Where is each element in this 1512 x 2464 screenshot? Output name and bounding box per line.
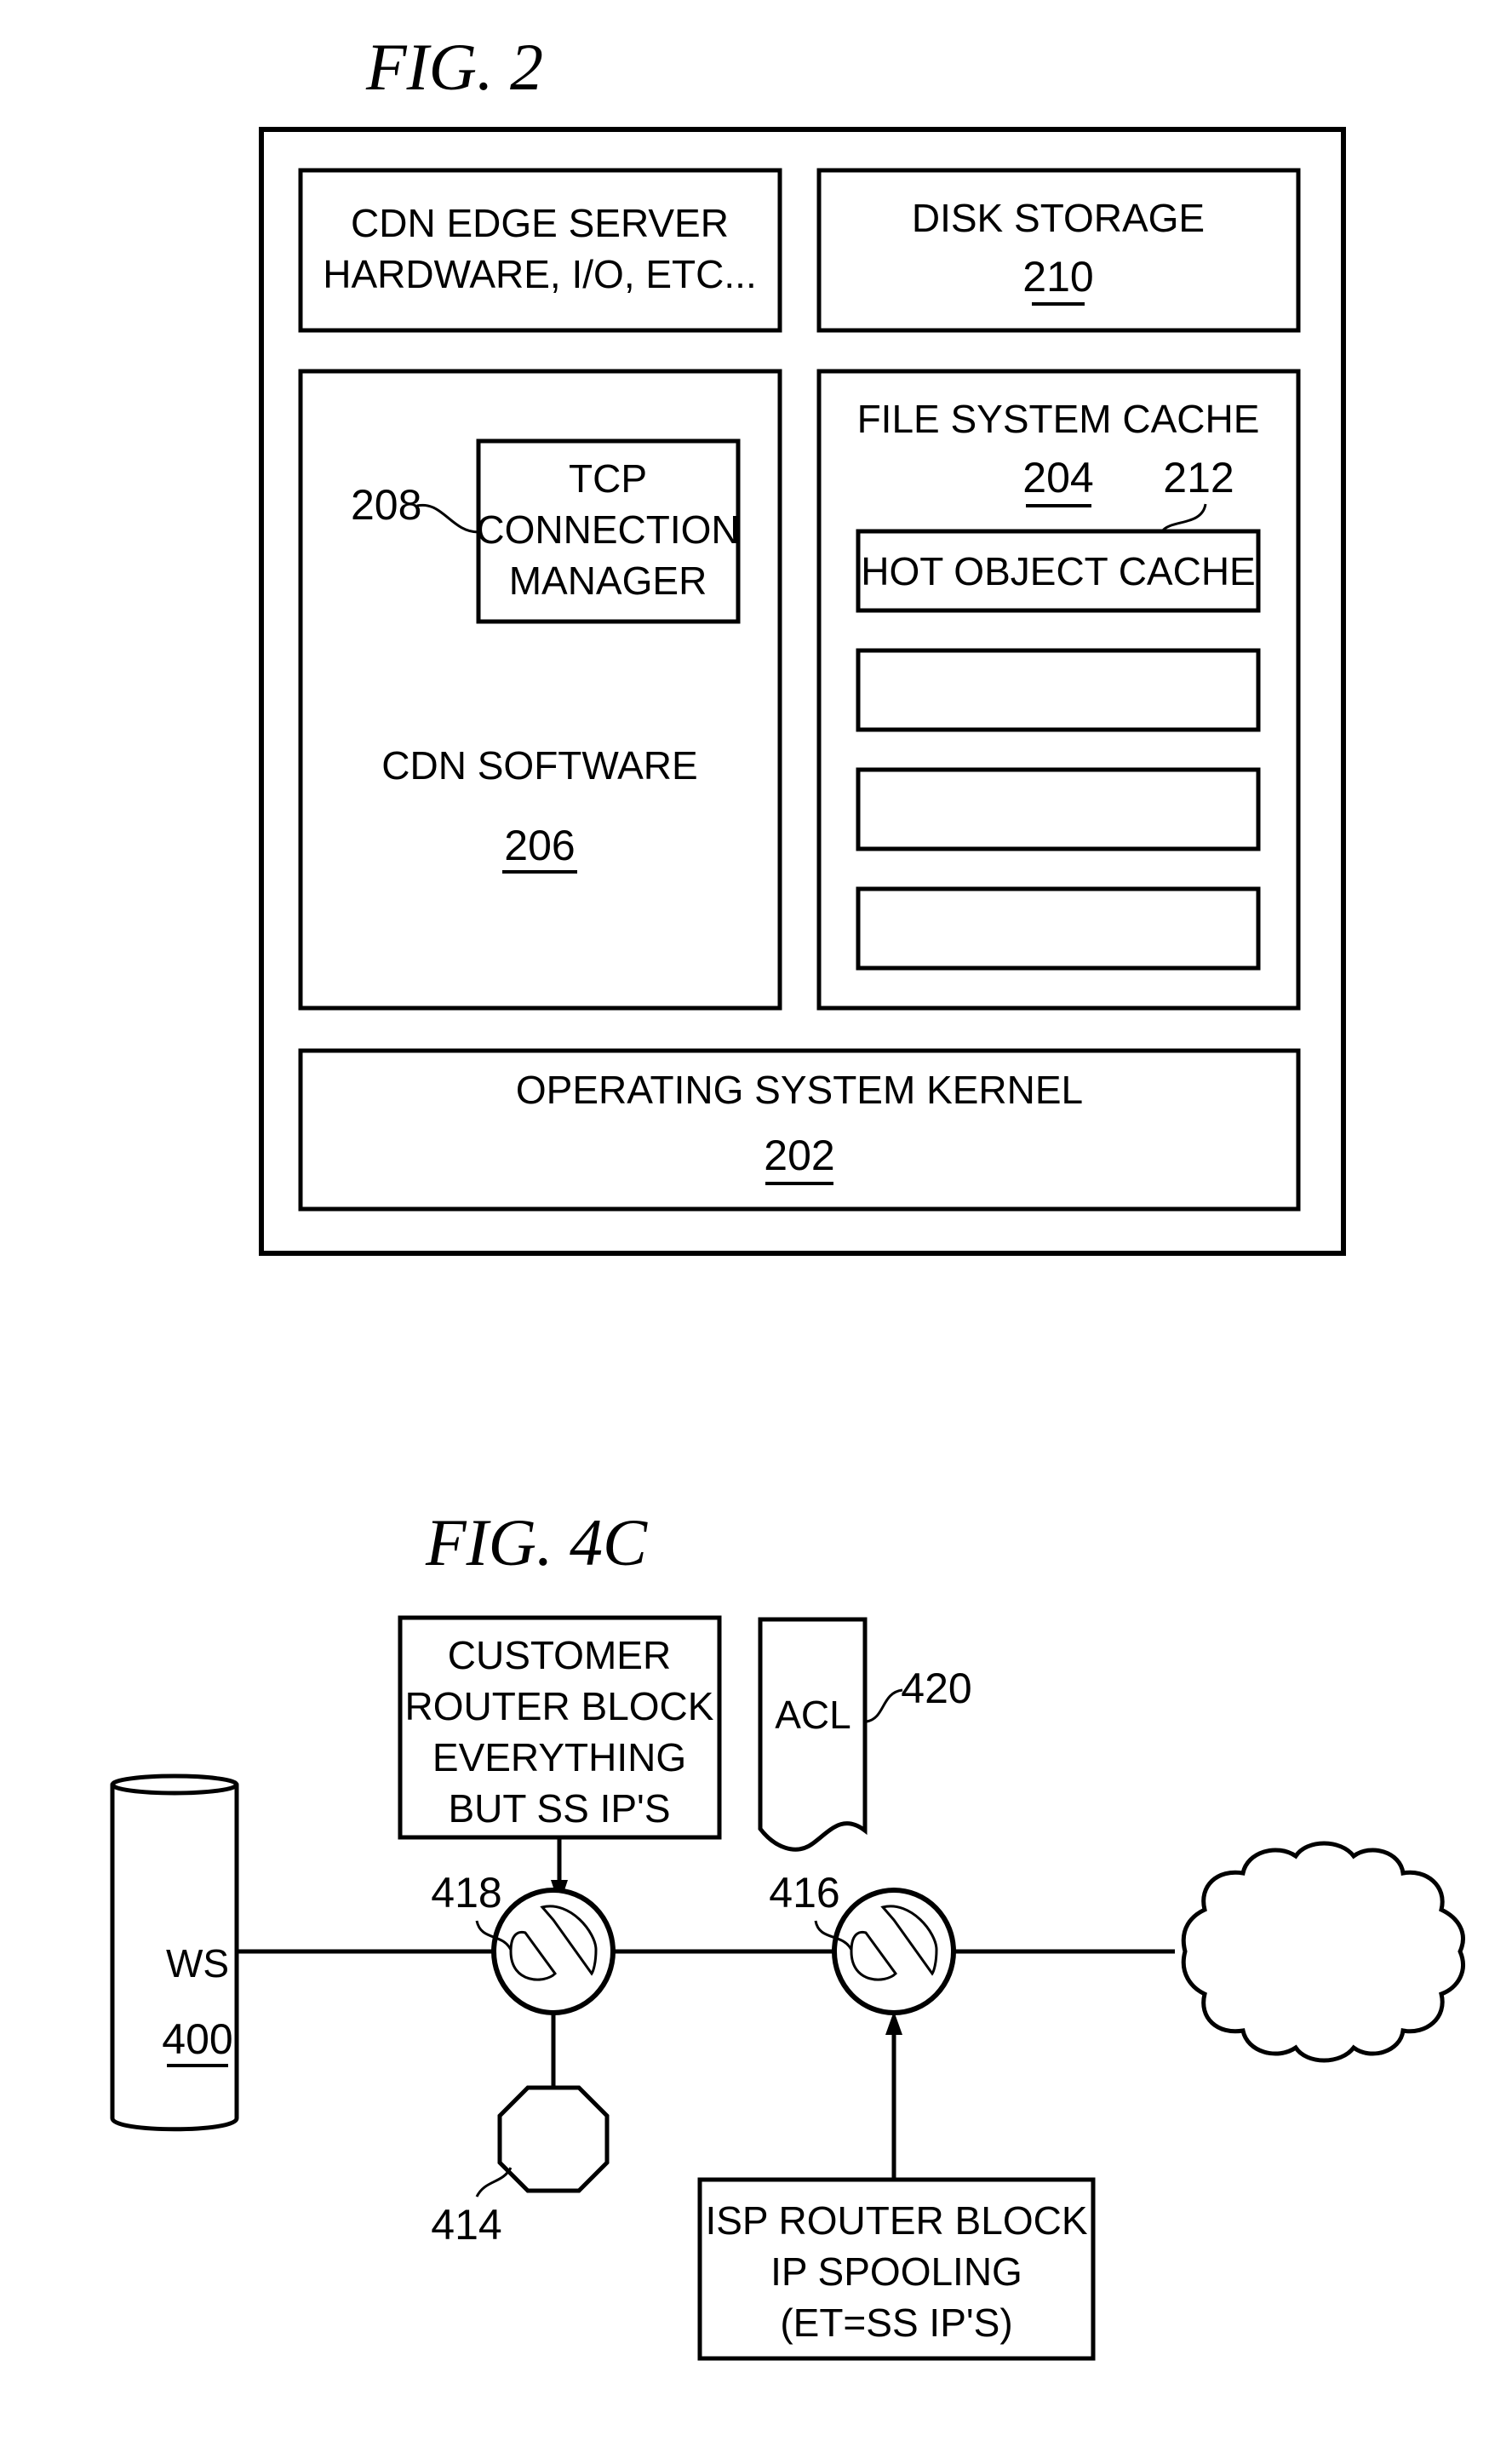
tcp-connection-manager-box: TCP CONNECTION MANAGER	[476, 438, 741, 624]
router-418: 418	[431, 1869, 616, 2015]
isp-router-label-3: (ET=SS IP'S)	[780, 2301, 1012, 2345]
cache-slot-1	[856, 648, 1261, 732]
fig4c-title: FIG. 4C	[425, 1505, 648, 1579]
tcp-label-3: MANAGER	[509, 559, 707, 603]
router-416: 416	[769, 1869, 956, 2015]
file-system-cache-box: FILE SYSTEM CACHE 204 212 HOT OBJECT CAC…	[816, 369, 1301, 1011]
stop-node-leader-line	[475, 2167, 513, 2198]
cache-slot-3	[856, 886, 1261, 971]
disk-storage-box: DISK STORAGE 210	[816, 168, 1301, 333]
internet-cloud	[1181, 1841, 1465, 2063]
fig2-title: FIG. 2	[365, 30, 543, 104]
fig4c: FIG. 4C CUSTOMER ROUTER BLOCK EVERYTHING…	[110, 1505, 1465, 2361]
edge-hardware-label-2: HARDWARE, I/O, ETC...	[323, 252, 756, 296]
router-416-ref: 416	[769, 1869, 839, 1917]
os-kernel-label: OPERATING SYSTEM KERNEL	[516, 1068, 1083, 1112]
cdn-software-label: CDN SOFTWARE	[381, 743, 697, 788]
patent-drawing-sheet: FIG. 2 CDN EDGE SERVER HARDWARE, I/O, ET…	[110, 30, 1465, 2361]
router-418-ref: 418	[431, 1869, 501, 1917]
octagon-stop-icon	[497, 2085, 610, 2193]
acl-leader-line	[866, 1688, 903, 1723]
file-system-cache-label: FILE SYSTEM CACHE	[857, 397, 1260, 441]
acl-document: ACL 420	[758, 1617, 972, 1852]
stop-node-414: 414	[431, 2085, 610, 2249]
isp-router-block-box: ISP ROUTER BLOCK IP SPOOLING (ET=SS IP'S…	[697, 2177, 1096, 2361]
customer-router-label-1: CUSTOMER	[448, 1633, 671, 1677]
isp-router-label-1: ISP ROUTER BLOCK	[705, 2198, 1087, 2243]
tcp-manager-ref: 208	[351, 481, 421, 529]
os-kernel-box: OPERATING SYSTEM KERNEL 202	[298, 1048, 1301, 1212]
cloud-icon	[1181, 1841, 1465, 2063]
customer-router-block-box: CUSTOMER ROUTER BLOCK EVERYTHING BUT SS …	[398, 1615, 722, 1840]
customer-router-label-2: ROUTER BLOCK	[405, 1684, 714, 1728]
isp-router-label-2: IP SPOOLING	[770, 2249, 1022, 2294]
hot-object-cache-box: HOT OBJECT CACHE	[856, 529, 1261, 613]
customer-router-label-3: EVERYTHING	[432, 1735, 686, 1779]
cdn-software-ref: 206	[504, 822, 575, 869]
os-kernel-ref: 202	[764, 1132, 834, 1179]
ws-cylinder: WS 400	[110, 1774, 239, 2132]
file-system-cache-ref: 204	[1022, 454, 1093, 501]
ws-label: WS	[166, 1941, 229, 1986]
cdn-software-box: CDN SOFTWARE 206 TCP CONNECTION MANAGER …	[298, 369, 782, 1011]
fig2: FIG. 2 CDN EDGE SERVER HARDWARE, I/O, ET…	[259, 30, 1346, 1256]
tcp-label-1: TCP	[569, 456, 647, 501]
edge-hardware-box: CDN EDGE SERVER HARDWARE, I/O, ETC...	[298, 168, 782, 333]
ws-ref: 400	[162, 2015, 232, 2063]
hot-object-cache-label: HOT OBJECT CACHE	[861, 549, 1255, 593]
acl-label: ACL	[775, 1693, 850, 1737]
acl-ref: 420	[901, 1665, 971, 1712]
tcp-label-2: CONNECTION	[476, 507, 739, 552]
customer-router-label-4: BUT SS IP'S	[448, 1786, 670, 1831]
disk-storage-label: DISK STORAGE	[912, 196, 1205, 240]
disk-storage-ref: 210	[1022, 253, 1093, 301]
edge-hardware-label-1: CDN EDGE SERVER	[351, 201, 729, 245]
hot-object-cache-ref: 212	[1163, 454, 1234, 501]
cache-slot-2	[856, 767, 1261, 851]
stop-node-ref: 414	[431, 2201, 501, 2249]
